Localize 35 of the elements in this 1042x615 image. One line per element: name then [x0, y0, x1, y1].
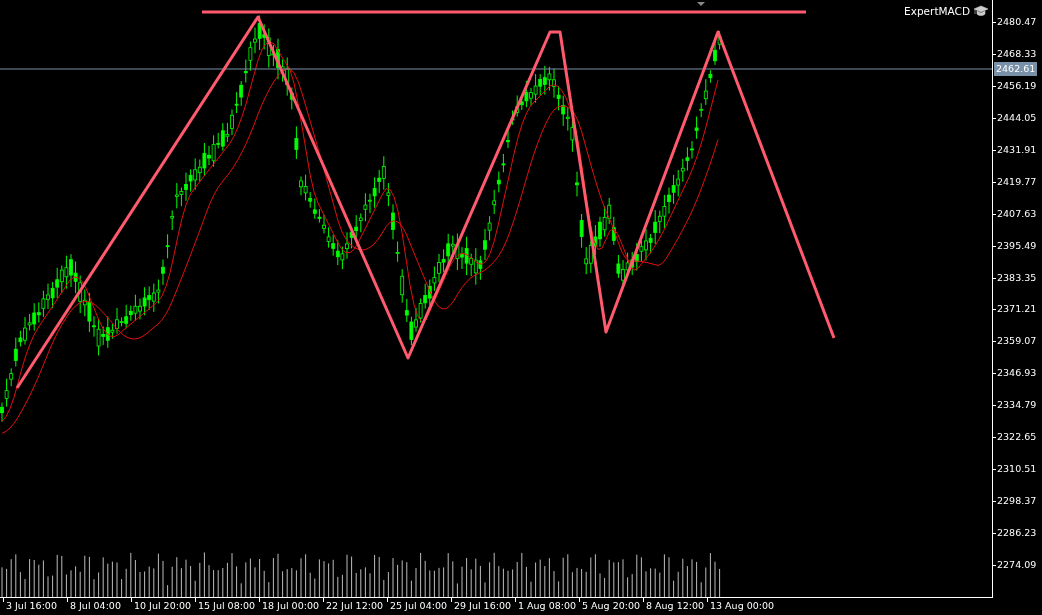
- expert-advisor-label[interactable]: ExpertMACD: [904, 5, 988, 17]
- price-label: 2395.49: [993, 238, 1037, 253]
- price-label: 2480.47: [993, 15, 1037, 29]
- time-label: 8 Jul 04:00: [67, 599, 121, 613]
- time-label: 1 Aug 08:00: [515, 599, 576, 613]
- shift-marker-icon[interactable]: [697, 2, 705, 6]
- price-label: 2298.37: [993, 494, 1037, 509]
- time-label: 15 Jul 08:00: [195, 599, 255, 613]
- price-label: 2310.51: [993, 462, 1037, 477]
- expert-name: ExpertMACD: [904, 5, 970, 17]
- price-label: 2322.65: [993, 430, 1037, 445]
- price-label: 2431.91: [993, 142, 1037, 157]
- current-price-label: 2462.61: [994, 62, 1038, 76]
- time-label: 3 Jul 16:00: [3, 599, 57, 613]
- time-label: 22 Jul 12:00: [323, 599, 383, 613]
- price-label: 2286.23: [993, 526, 1037, 541]
- price-label: 2444.05: [993, 110, 1037, 125]
- price-label: 2468.33: [993, 46, 1037, 61]
- price-label: 2383.35: [993, 270, 1037, 285]
- graduation-cap-icon: [974, 5, 988, 17]
- price-label: 2407.63: [993, 206, 1037, 221]
- time-label: 10 Jul 20:00: [131, 599, 191, 613]
- price-label: 2359.07: [993, 334, 1037, 349]
- price-label: 2419.77: [993, 174, 1037, 189]
- time-label: 25 Jul 04:00: [387, 599, 447, 613]
- time-label: 29 Jul 16:00: [451, 599, 511, 613]
- price-label: 2371.21: [993, 302, 1037, 317]
- price-label: 2346.93: [993, 366, 1037, 381]
- price-label: 2334.79: [993, 398, 1037, 413]
- time-label: 18 Jul 00:00: [259, 599, 319, 613]
- price-label: 2456.19: [993, 78, 1037, 93]
- price-label: 2274.09: [993, 557, 1037, 572]
- time-label: 8 Aug 12:00: [643, 599, 704, 613]
- time-label: 5 Aug 20:00: [579, 599, 640, 613]
- time-label: 13 Aug 00:00: [707, 599, 775, 613]
